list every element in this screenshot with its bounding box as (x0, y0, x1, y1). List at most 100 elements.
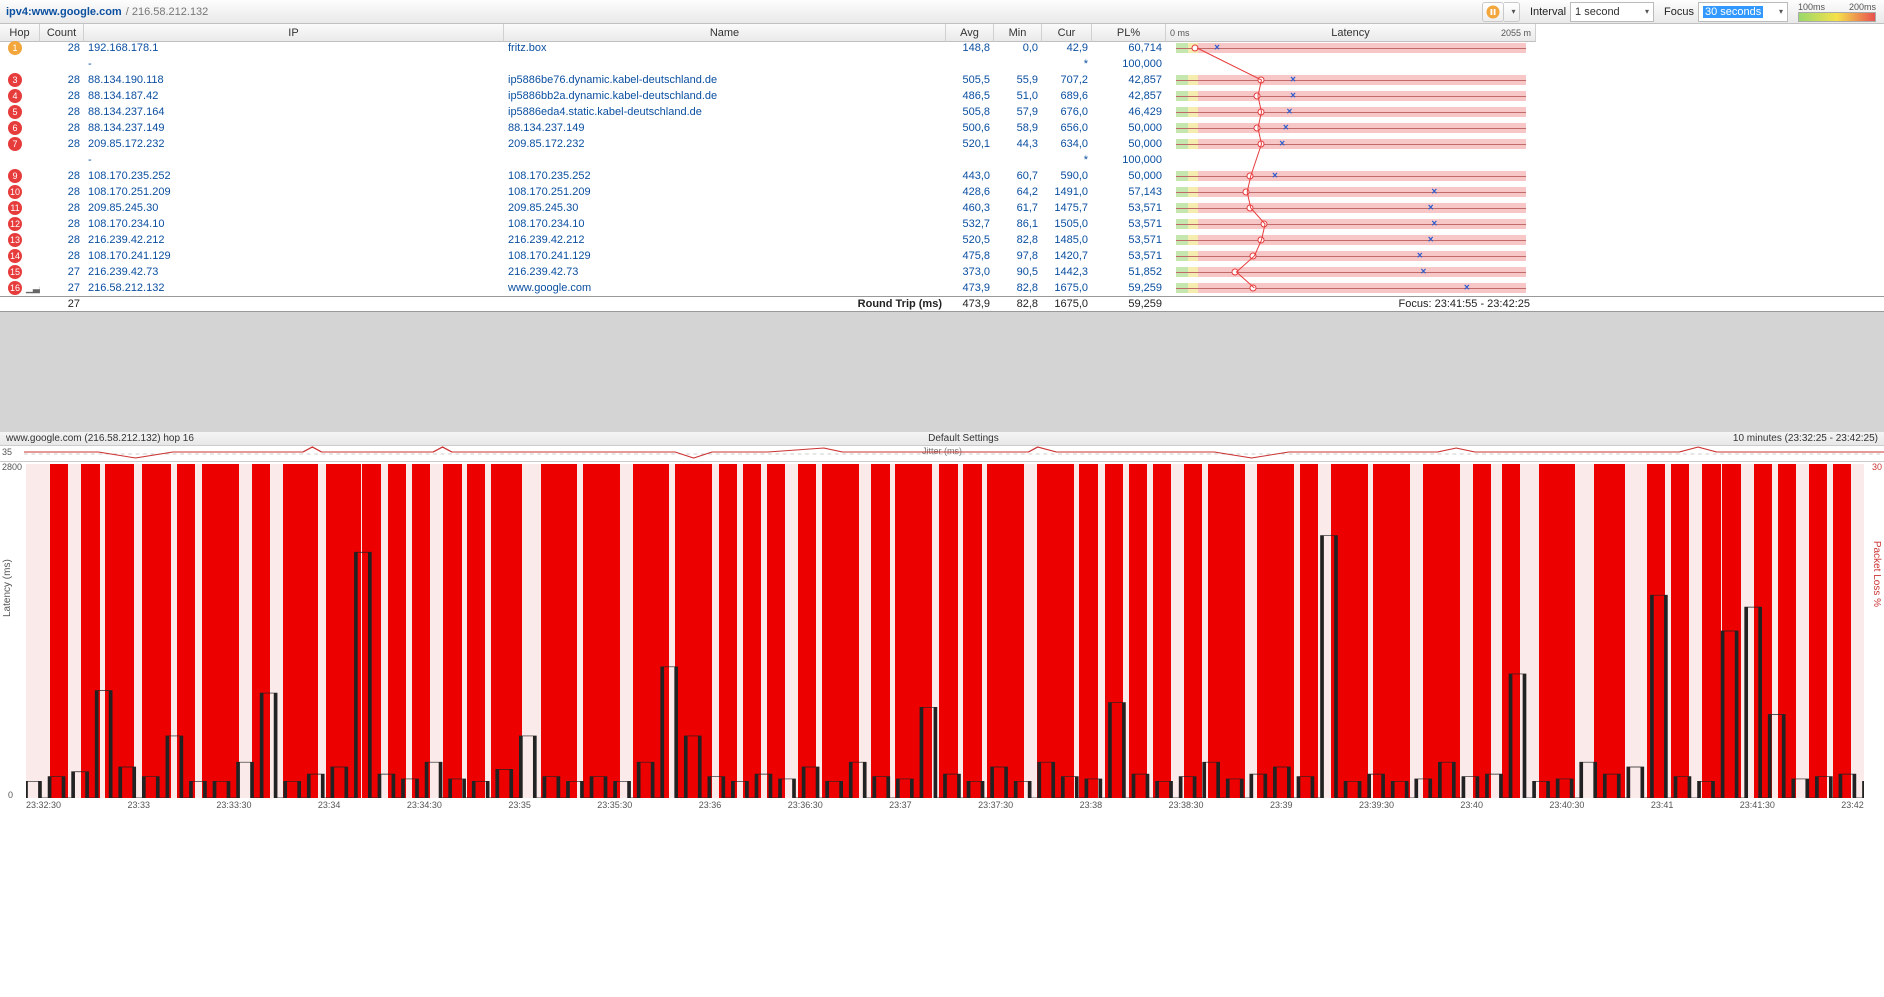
cell-pl: 53,571 (1092, 250, 1166, 262)
cell-count: 28 (40, 170, 84, 182)
cell-pl: 46,429 (1092, 106, 1166, 118)
chart-title-left: www.google.com (216.58.212.132) hop 16 (6, 433, 194, 444)
jitter-trace (24, 446, 1884, 462)
summary-pl: 59,259 (1092, 298, 1166, 310)
focus-value: 30 seconds (1703, 6, 1763, 18)
hop-badge: 1 (8, 41, 22, 55)
cell-cur: 707,2 (1042, 74, 1092, 86)
cell-ip: 88.134.237.164 (84, 106, 504, 118)
cell-pl: 53,571 (1092, 218, 1166, 230)
table-row[interactable]: 1028108.170.251.209108.170.251.209428,66… (0, 184, 1884, 200)
x-tick: 23:40 (1460, 800, 1483, 812)
x-tick: 23:35:30 (597, 800, 632, 812)
cell-count: 28 (40, 234, 84, 246)
cell-name: 108.170.251.209 (504, 186, 946, 198)
focus-select[interactable]: 30 seconds▾ (1698, 2, 1788, 22)
table-row[interactable]: 1128209.85.245.30209.85.245.30460,361,71… (0, 200, 1884, 216)
cell-name: ip5886eda4.static.kabel-deutschland.de (504, 106, 946, 118)
table-row[interactable]: 1228108.170.234.10108.170.234.10532,786,… (0, 216, 1884, 232)
cell-name: ip5886be76.dynamic.kabel-deutschland.de (504, 74, 946, 86)
table-row[interactable]: 1527216.239.42.73216.239.42.73373,090,51… (0, 264, 1884, 280)
table-row[interactable]: 32888.134.190.118ip5886be76.dynamic.kabe… (0, 72, 1884, 88)
table-body: 128192.168.178.1fritz.box148,80,042,960,… (0, 40, 1884, 296)
cell-min: 61,7 (994, 202, 1042, 214)
chevron-down-icon: ▾ (1511, 7, 1515, 16)
x-tick: 23:39 (1270, 800, 1293, 812)
cell-ip: - (84, 154, 504, 166)
lat-y-top: 2800 (2, 462, 22, 472)
cell-name: 88.134.237.149 (504, 122, 946, 134)
cell-latency: × (1166, 121, 1536, 135)
cell-count: 27 (40, 282, 84, 294)
x-tick: 23:40:30 (1549, 800, 1584, 812)
lat-axis-title: Latency (ms) (2, 559, 13, 617)
hop-badge: 12 (8, 217, 22, 231)
chart-title-right: 10 minutes (23:32:25 - 23:42:25) (1733, 433, 1878, 444)
interval-select[interactable]: 1 second▾ (1570, 2, 1654, 22)
summary-label: Round Trip (ms) (504, 298, 946, 310)
cell-min: 82,8 (994, 282, 1042, 294)
table-row[interactable]: 728209.85.172.232209.85.172.232520,144,3… (0, 136, 1884, 152)
cell-pl: 50,000 (1092, 138, 1166, 150)
chart-body[interactable] (26, 464, 1864, 798)
cell-min: 86,1 (994, 218, 1042, 230)
pause-dropdown[interactable]: ▾ (1504, 2, 1520, 22)
table-row[interactable]: 928108.170.235.252108.170.235.252443,060… (0, 168, 1884, 184)
table-row[interactable]: 62888.134.237.14988.134.237.149500,658,9… (0, 120, 1884, 136)
cell-name: fritz.box (504, 42, 946, 54)
cell-count: 28 (40, 138, 84, 150)
hop-badge: 6 (8, 121, 22, 135)
hop-badge: 11 (8, 201, 22, 215)
focus-label: Focus (1664, 6, 1694, 18)
cell-ip: 108.170.241.129 (84, 250, 504, 262)
cell-avg: 373,0 (946, 266, 994, 278)
hop-badge: 13 (8, 233, 22, 247)
hop-badge: 3 (8, 73, 22, 87)
splitter-gap[interactable] (0, 312, 1884, 432)
table-row[interactable]: 1328216.239.42.212216.239.42.212520,582,… (0, 232, 1884, 248)
cell-count: 28 (40, 250, 84, 262)
table-row[interactable]: -*100,000 (0, 152, 1884, 168)
cell-cur: * (1042, 154, 1092, 166)
cell-avg: 505,8 (946, 106, 994, 118)
interval-label: Interval (1530, 6, 1566, 18)
cell-cur: 1675,0 (1042, 282, 1092, 294)
pause-icon (1486, 5, 1500, 19)
cell-cur: 634,0 (1042, 138, 1092, 150)
cell-cur: 1505,0 (1042, 218, 1092, 230)
cell-latency: × (1166, 249, 1536, 263)
cell-name: 108.170.235.252 (504, 170, 946, 182)
table-row[interactable]: -*100,000 (0, 56, 1884, 72)
legend-low: 100ms (1798, 2, 1825, 12)
cell-latency: × (1166, 73, 1536, 87)
x-tick: 23:39:30 (1359, 800, 1394, 812)
cell-avg: 460,3 (946, 202, 994, 214)
cell-ip: 88.134.237.149 (84, 122, 504, 134)
summary-min: 82,8 (994, 298, 1042, 310)
table-row[interactable]: 42888.134.187.42ip5886bb2a.dynamic.kabel… (0, 88, 1884, 104)
cell-name: ip5886bb2a.dynamic.kabel-deutschland.de (504, 90, 946, 102)
cell-count: 28 (40, 186, 84, 198)
cell-pl: 51,852 (1092, 266, 1166, 278)
legend-high: 200ms (1849, 2, 1876, 12)
table-row[interactable]: 128192.168.178.1fritz.box148,80,042,960,… (0, 40, 1884, 56)
pause-button[interactable] (1482, 2, 1504, 22)
cell-avg: 520,1 (946, 138, 994, 150)
x-tick: 23:42 (1841, 800, 1864, 812)
cell-pl: 53,571 (1092, 202, 1166, 214)
main-chart[interactable]: 2800 0 Latency (ms) 30 Packet Loss % 23:… (0, 462, 1884, 812)
cell-ip: 209.85.172.232 (84, 138, 504, 150)
cell-avg: 486,5 (946, 90, 994, 102)
cell-name: 216.239.42.73 (504, 266, 946, 278)
table-row[interactable]: 52888.134.237.164ip5886eda4.static.kabel… (0, 104, 1884, 120)
cell-min: 82,8 (994, 234, 1042, 246)
cell-name: 108.170.241.129 (504, 250, 946, 262)
cell-latency: × (1166, 169, 1536, 183)
cell-avg: 532,7 (946, 218, 994, 230)
table-row[interactable]: 16▁▃▅27216.58.212.132www.google.com473,9… (0, 280, 1884, 296)
cell-min: 55,9 (994, 74, 1042, 86)
cell-avg: 428,6 (946, 186, 994, 198)
table-row[interactable]: 1428108.170.241.129108.170.241.129475,89… (0, 248, 1884, 264)
cell-min: 60,7 (994, 170, 1042, 182)
chart: www.google.com (216.58.212.132) hop 16 D… (0, 432, 1884, 812)
